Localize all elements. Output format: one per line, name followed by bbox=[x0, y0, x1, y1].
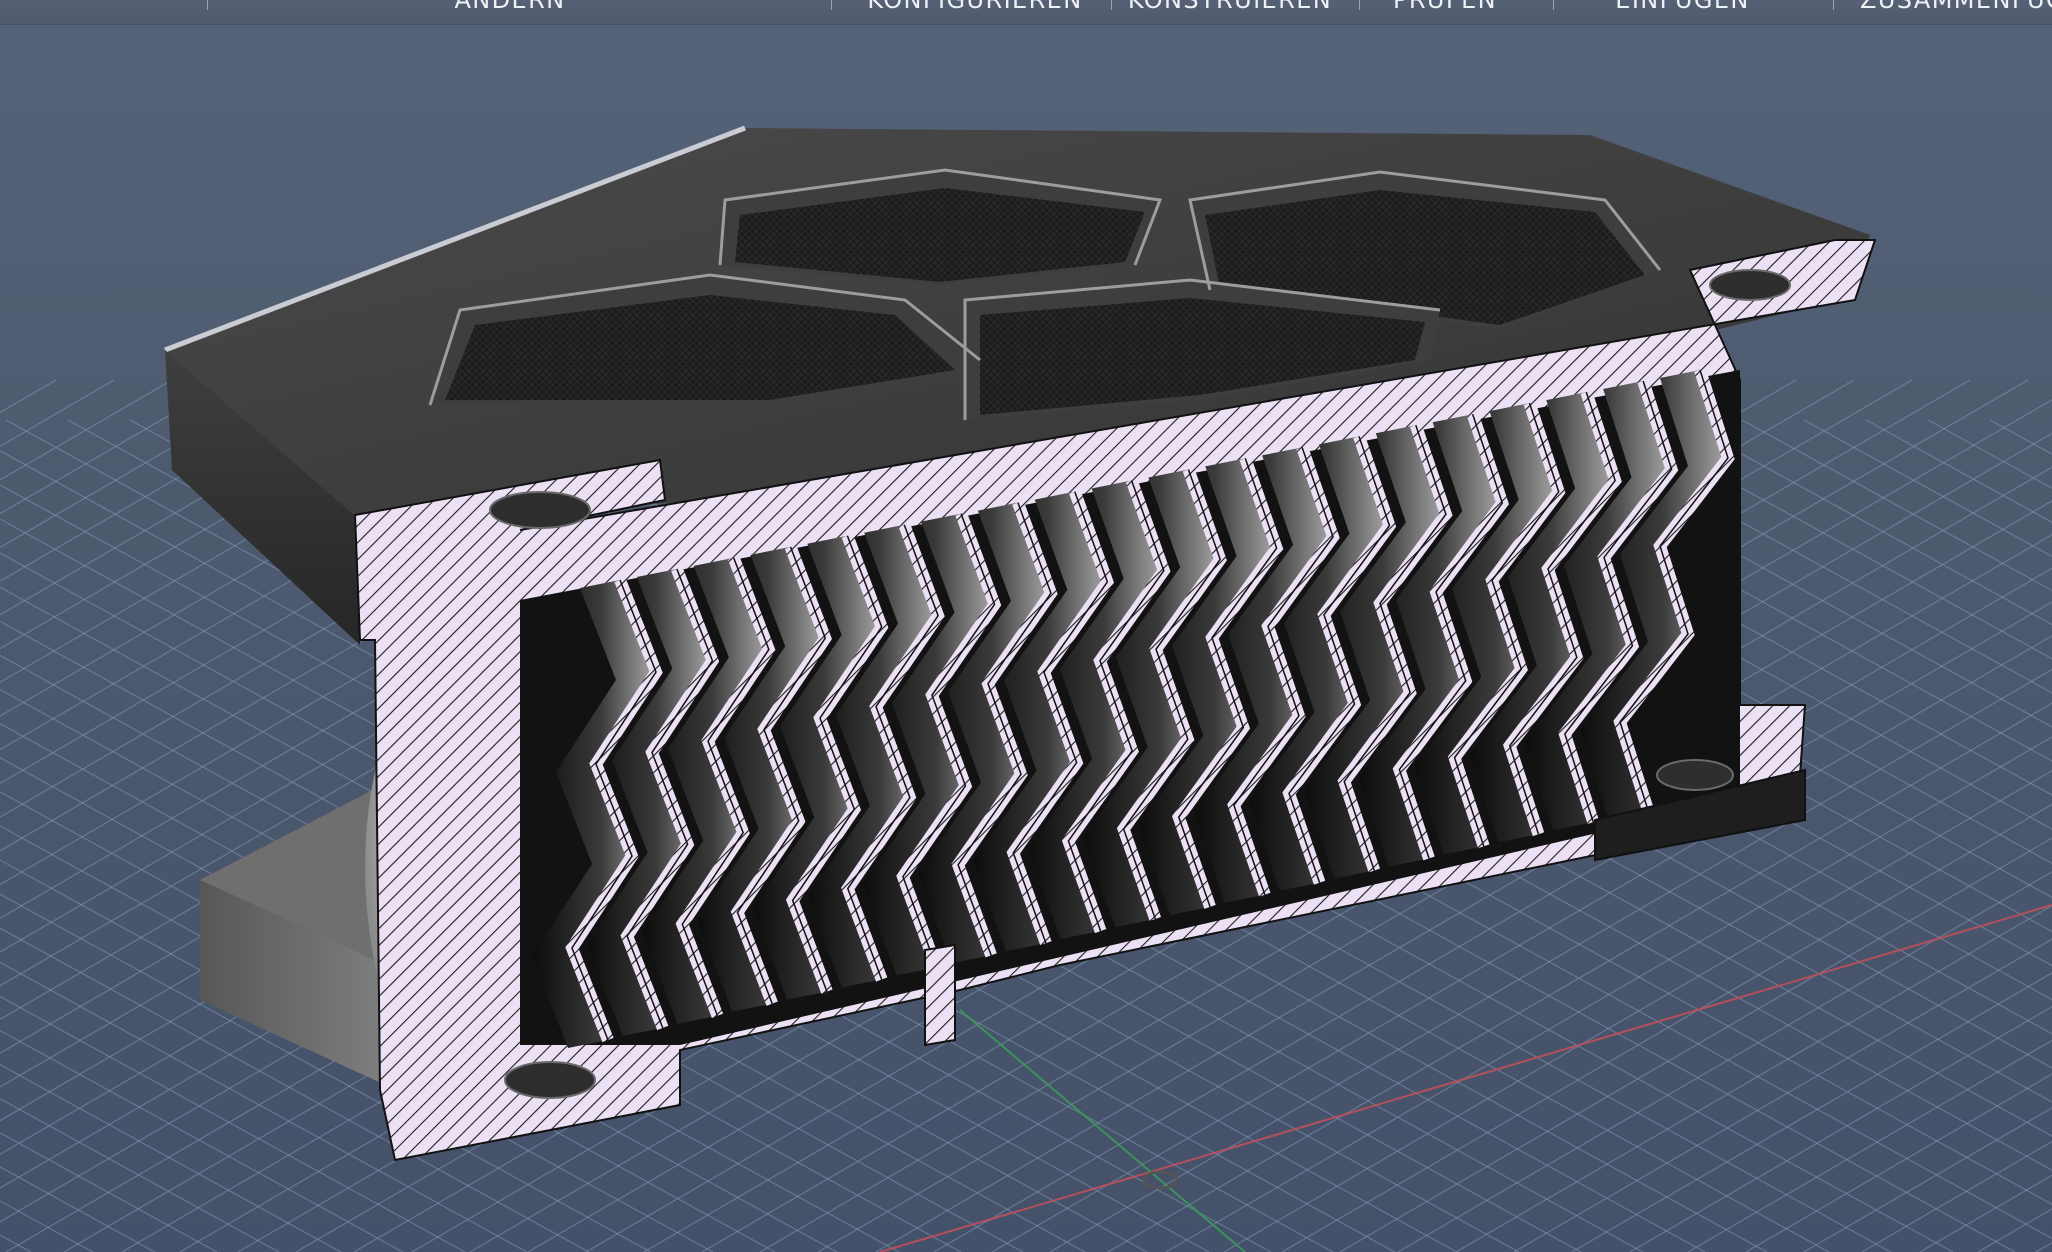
toolbar-separator bbox=[1833, 0, 1834, 10]
3d-viewport[interactable] bbox=[0, 0, 2052, 1252]
command-toolbar: ÄNDERN KONFIGURIEREN KONSTRUIEREN PRÜFEN… bbox=[0, 0, 2052, 25]
viewport-canvas[interactable] bbox=[0, 0, 2052, 1252]
toolbar-separator bbox=[1553, 0, 1554, 10]
toolbar-group-insert[interactable]: EINFÜGEN bbox=[1560, 0, 1805, 12]
center-post bbox=[924, 943, 956, 1047]
toolbar-group-inspect[interactable]: PRÜFEN bbox=[1365, 0, 1525, 12]
toolbar-group-modify[interactable]: ÄNDERN bbox=[300, 0, 720, 12]
bolt-top-right bbox=[1709, 269, 1791, 301]
toolbar-group-construct[interactable]: KONSTRUIEREN bbox=[1115, 0, 1345, 12]
bolt-bottom-right bbox=[1656, 759, 1734, 791]
toolbar-group-configure[interactable]: KONFIGURIEREN bbox=[840, 0, 1110, 12]
toolbar-separator bbox=[207, 0, 208, 10]
bolt-top-left bbox=[489, 491, 591, 529]
bolt-bottom-left bbox=[504, 1061, 596, 1099]
toolbar-separator bbox=[1111, 0, 1112, 10]
app-window: ÄNDERN KONFIGURIEREN KONSTRUIEREN PRÜFEN… bbox=[0, 0, 2052, 1252]
toolbar-group-assemble[interactable]: ZUSAMMENFÜGEN bbox=[1860, 0, 2052, 12]
toolbar-separator bbox=[831, 0, 832, 10]
toolbar-separator bbox=[1359, 0, 1360, 10]
